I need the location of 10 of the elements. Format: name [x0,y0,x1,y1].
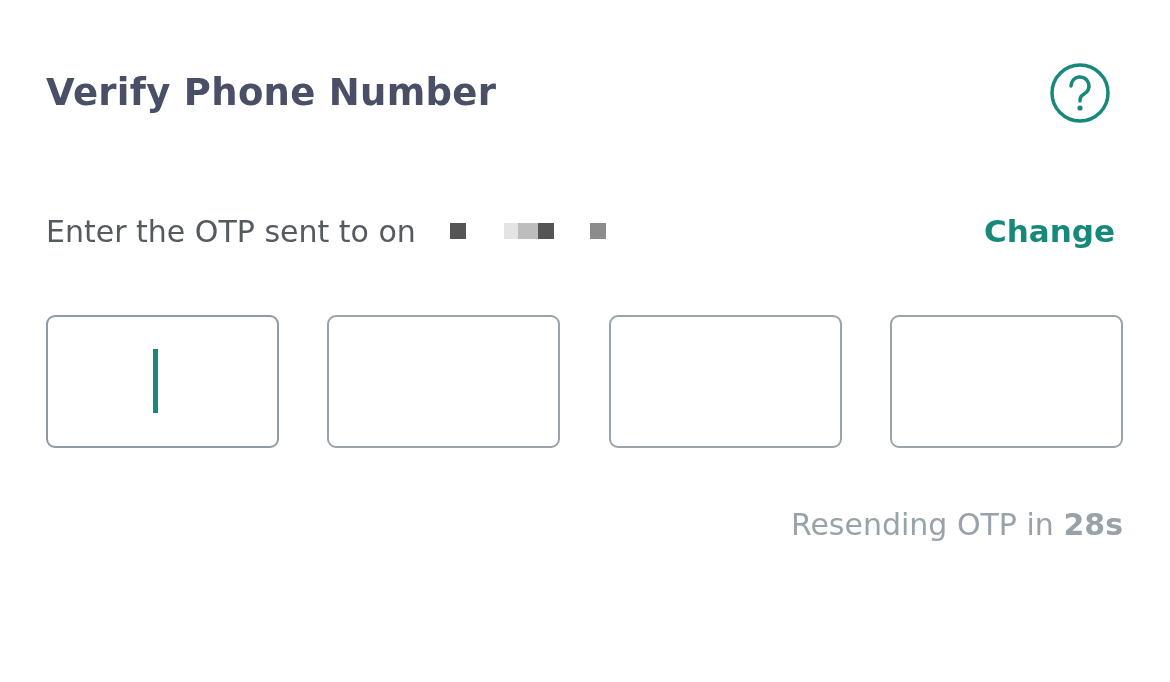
otp-field[interactable] [890,314,1123,448]
help-icon[interactable] [1049,62,1111,124]
instruction-text: Enter the OTP sent to on [46,212,416,251]
otp-field[interactable] [608,314,842,448]
page-title: Verify Phone Number [46,70,497,116]
change-link[interactable]: Change [983,208,1115,255]
otp-field[interactable] [46,314,279,448]
otp-field[interactable] [327,314,561,448]
text-cursor [153,349,158,413]
resend-timer-text: Resending OTP in 28s [790,505,1123,544]
